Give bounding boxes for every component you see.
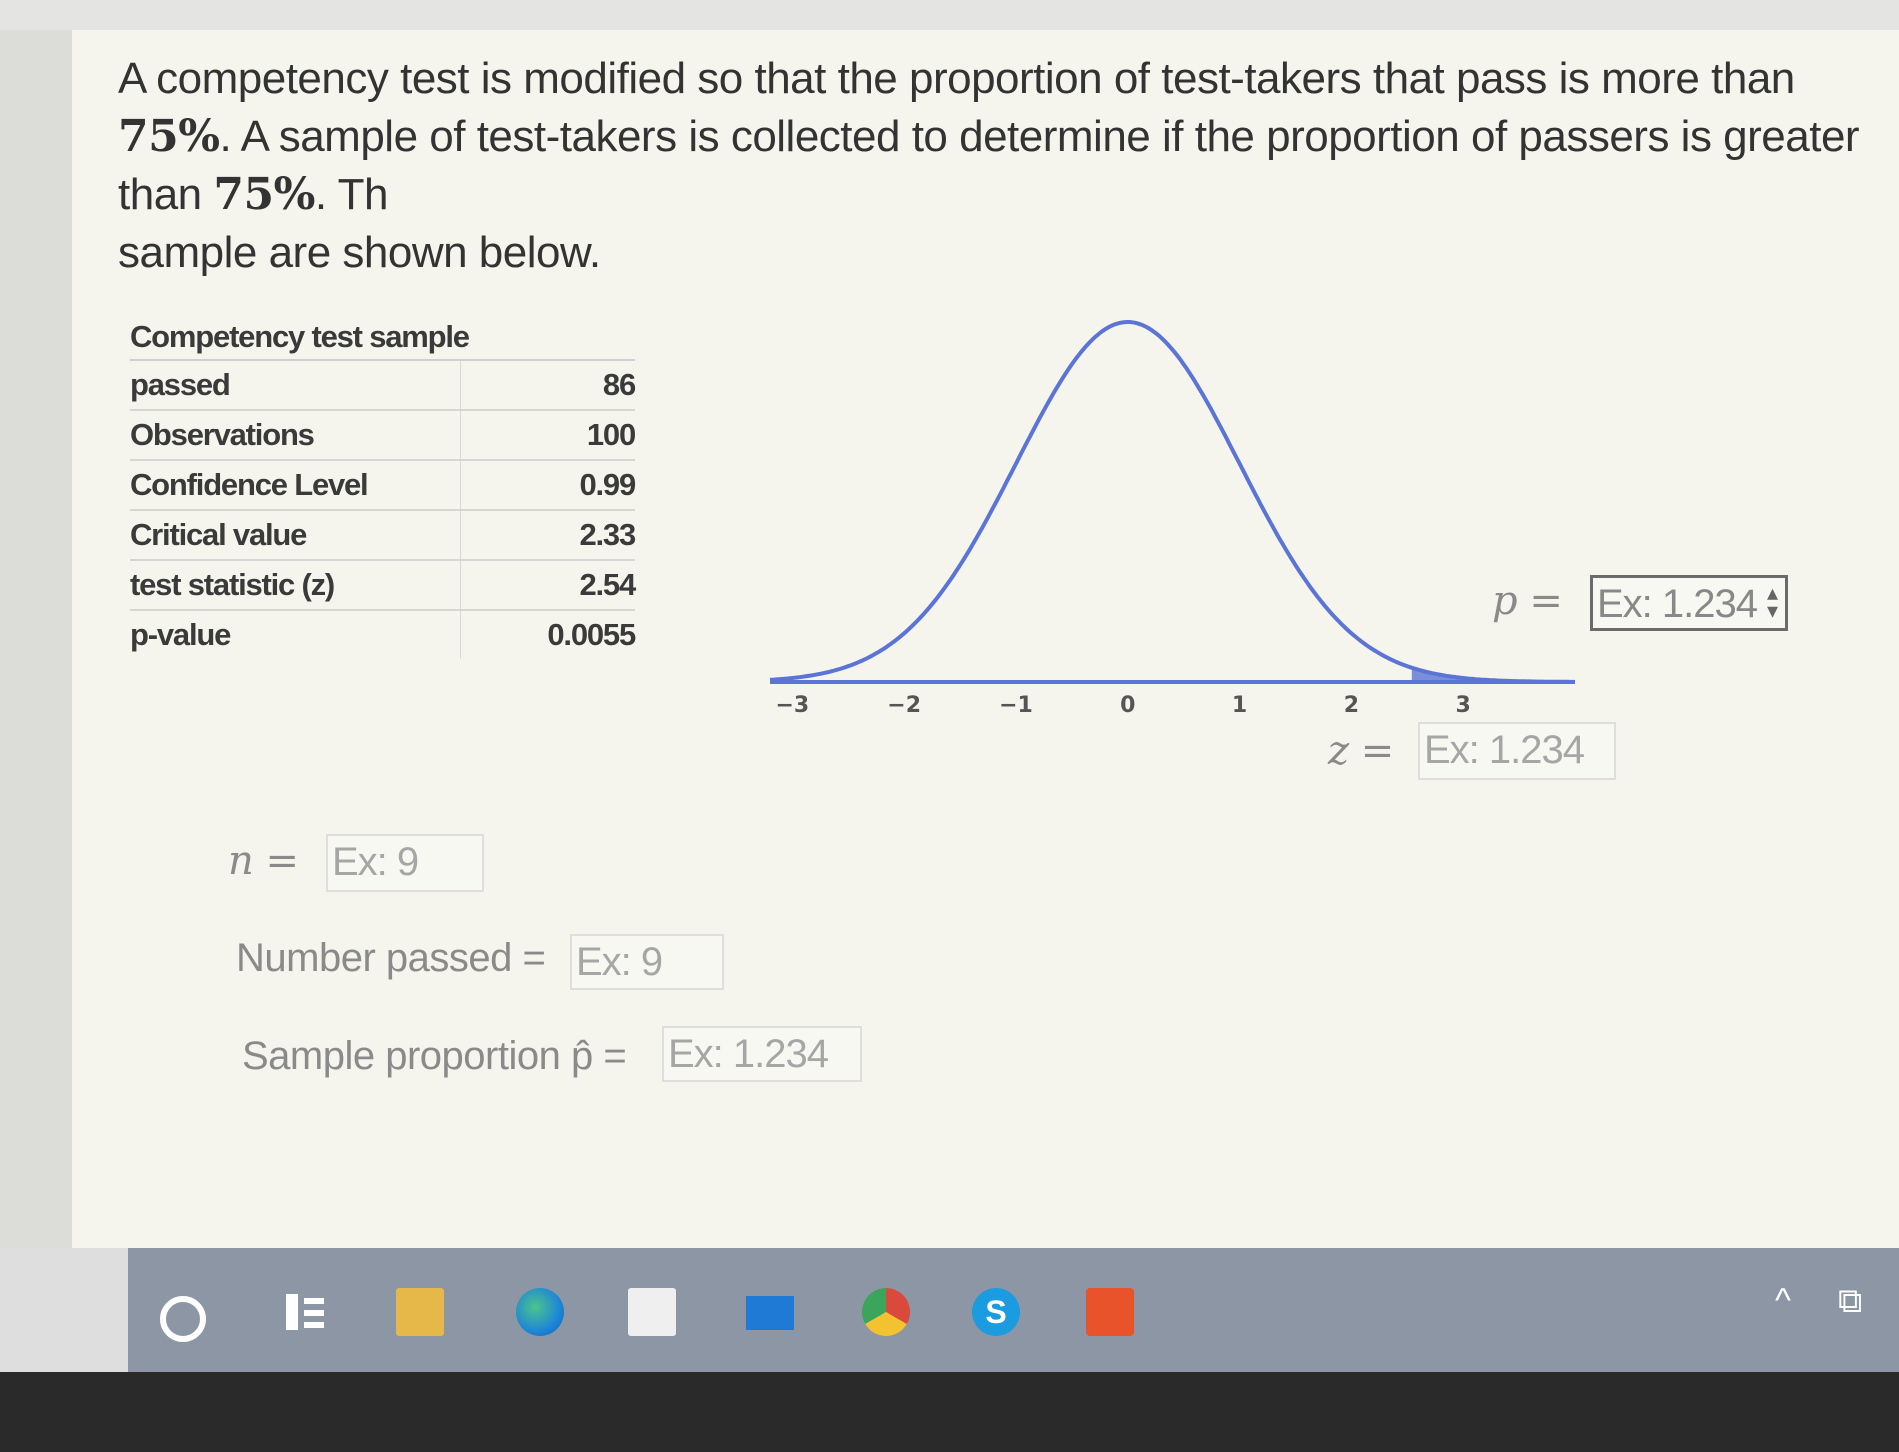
- table-row: Confidence Level 0.99: [130, 461, 636, 511]
- question-part-3: . Th: [314, 170, 389, 219]
- table-row: passed 86: [130, 361, 636, 411]
- row-label: p-value: [130, 611, 461, 659]
- question-pct-1: 75%: [118, 111, 220, 162]
- skype-icon[interactable]: S: [972, 1288, 1020, 1336]
- p-placeholder: Ex: 1.234: [1597, 582, 1758, 626]
- z-placeholder: Ex: 1.234: [1424, 728, 1585, 772]
- sample-proportion-input[interactable]: Ex: 1.234: [662, 1026, 862, 1082]
- question-part-4: sample are shown below.: [118, 228, 601, 277]
- number-passed-label: Number passed =: [236, 936, 546, 980]
- table-row: test statistic (z) 2.54: [130, 561, 636, 611]
- row-label: Confidence Level: [130, 461, 461, 509]
- mail-icon[interactable]: [746, 1296, 794, 1330]
- table-title: Competency test sample: [130, 315, 635, 361]
- spinner-icon[interactable]: ▴ ▾: [1767, 582, 1778, 622]
- monitor-bezel: [0, 1372, 1899, 1452]
- row-label: Critical value: [130, 511, 461, 559]
- task-view-glyph: [286, 1294, 324, 1330]
- n-label: n =: [228, 838, 299, 884]
- stats-table: Competency test sample passed 86 Observa…: [130, 315, 636, 659]
- question-pct-2: 75%: [213, 169, 315, 220]
- proportion-placeholder: Ex: 1.234: [668, 1032, 829, 1076]
- row-value: 0.0055: [547, 617, 636, 652]
- row-label: Observations: [130, 411, 461, 459]
- edge-icon[interactable]: [516, 1288, 564, 1336]
- screen: A competency test is modified so that th…: [0, 0, 1899, 1452]
- chrome-icon[interactable]: [862, 1288, 910, 1336]
- row-label: passed: [130, 361, 461, 409]
- table-row: Critical value 2.33: [130, 511, 636, 561]
- row-value: 100: [586, 417, 636, 452]
- left-frame: [0, 30, 75, 1280]
- browser-top-strip: [0, 0, 1899, 30]
- tray-app-icon[interactable]: ⧉: [1838, 1282, 1862, 1321]
- bezel-left: [0, 1248, 128, 1372]
- row-value: 0.99: [579, 467, 636, 502]
- p-label: p =: [1492, 578, 1563, 624]
- tray-chevron-icon[interactable]: ^: [1775, 1282, 1791, 1321]
- row-value: 2.54: [579, 567, 636, 602]
- file-explorer-icon[interactable]: [396, 1288, 444, 1336]
- question-part-1: A competency test is modified so that th…: [118, 54, 1795, 103]
- number-passed-input[interactable]: Ex: 9: [570, 934, 724, 990]
- task-view-icon[interactable]: [282, 1288, 330, 1336]
- start-icon[interactable]: [160, 1296, 206, 1342]
- z-input[interactable]: Ex: 1.234: [1418, 722, 1616, 780]
- row-value: 2.33: [579, 517, 636, 552]
- p-value-input[interactable]: Ex: 1.234 ▴ ▾: [1590, 575, 1788, 631]
- office-icon[interactable]: [1086, 1288, 1134, 1336]
- table-row: Observations 100: [130, 411, 636, 461]
- n-placeholder: Ex: 9: [332, 840, 419, 884]
- question-text: A competency test is modified so that th…: [118, 50, 1888, 282]
- row-label: test statistic (z): [130, 561, 461, 609]
- table-row: p-value 0.0055: [130, 611, 636, 659]
- passed-placeholder: Ex: 9: [576, 940, 663, 984]
- n-input[interactable]: Ex: 9: [326, 834, 484, 892]
- sample-proportion-label: Sample proportion p̂ =: [242, 1034, 627, 1078]
- row-value: 86: [602, 367, 636, 402]
- store-icon[interactable]: [628, 1288, 676, 1336]
- z-label: z =: [1328, 728, 1394, 774]
